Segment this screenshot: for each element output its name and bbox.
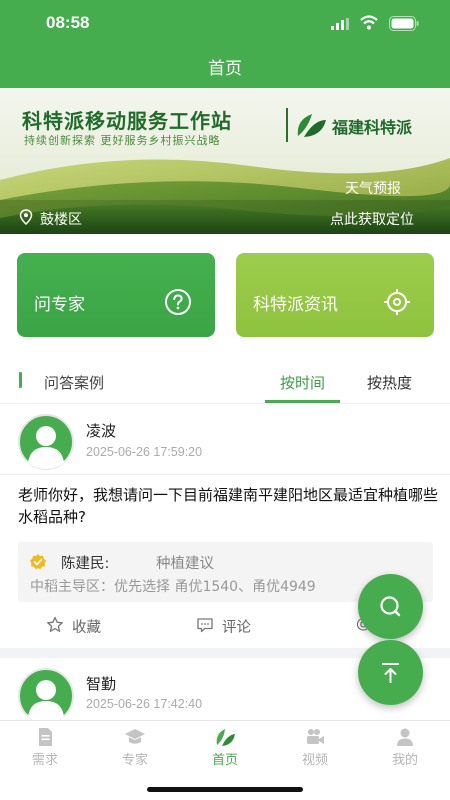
section-marker bbox=[19, 372, 22, 388]
ask-expert-card[interactable]: 问专家 bbox=[17, 253, 215, 341]
target-icon bbox=[384, 289, 410, 315]
post-username: 凌波 bbox=[86, 422, 117, 440]
banner-title: 科特派移动服务工作站 bbox=[22, 109, 232, 133]
card-decoration bbox=[332, 339, 416, 341]
leaf-icon bbox=[216, 729, 235, 746]
back-to-top-fab[interactable] bbox=[358, 640, 423, 705]
tab-home[interactable]: 首页 bbox=[180, 727, 270, 768]
tab-mine[interactable]: 我的 bbox=[360, 727, 450, 768]
banner[interactable]: 科特派移动服务工作站 持续创新探索 更好服务乡村振兴战略 福建科特派 天气预报 … bbox=[0, 88, 450, 234]
avatar[interactable] bbox=[18, 668, 74, 720]
home-indicator bbox=[147, 787, 303, 792]
page-title: 首页 bbox=[208, 59, 242, 79]
wifi-icon bbox=[360, 15, 378, 30]
qa-section-header: 问答案例 按时间 按热度 bbox=[0, 350, 450, 404]
banner-divider bbox=[286, 108, 288, 142]
favorite-label: 收藏 bbox=[72, 620, 101, 636]
weather-link[interactable]: 天气预报 bbox=[345, 178, 401, 198]
post-timestamp: 2025-06-26 17:59:20 bbox=[86, 445, 203, 459]
tab-label: 视频 bbox=[301, 753, 328, 768]
verified-badge-icon bbox=[30, 554, 46, 570]
video-camera-icon bbox=[307, 729, 324, 744]
post-question[interactable]: 老师你好，我想请问一下目前福建南平建阳地区最适宜种植哪些水稻品种? bbox=[18, 484, 438, 528]
tab-experts[interactable]: 专家 bbox=[90, 727, 180, 768]
active-tab-indicator bbox=[265, 400, 340, 403]
tab-label: 首页 bbox=[211, 753, 238, 768]
arrow-up-to-top-icon bbox=[382, 663, 399, 683]
district-label: 鼓楼区 bbox=[40, 212, 82, 228]
status-bar: 08:58 bbox=[0, 0, 450, 48]
search-icon bbox=[380, 596, 401, 617]
status-time: 08:58 bbox=[46, 13, 90, 32]
post-timestamp: 2025-06-26 17:42:40 bbox=[86, 697, 203, 711]
comment-label: 评论 bbox=[222, 620, 251, 636]
section-title: 问答案例 bbox=[44, 374, 105, 392]
kejipai-news-card[interactable]: 科特派资讯 bbox=[236, 253, 434, 341]
signal-icon bbox=[331, 18, 349, 30]
post-username: 智勤 bbox=[86, 675, 117, 693]
tab-by-time[interactable]: 按时间 bbox=[265, 372, 340, 393]
tab-label: 需求 bbox=[31, 753, 58, 768]
avatar[interactable] bbox=[18, 414, 74, 470]
leaf-logo-icon bbox=[297, 114, 326, 137]
question-circle-icon bbox=[165, 289, 191, 315]
user-icon bbox=[397, 728, 413, 746]
card-label: 问专家 bbox=[34, 295, 85, 315]
divider bbox=[0, 474, 450, 475]
tab-video[interactable]: 视频 bbox=[270, 727, 360, 768]
card-decoration bbox=[113, 339, 197, 341]
tab-by-popularity[interactable]: 按热度 bbox=[352, 372, 427, 393]
banner-subtitle: 持续创新探索 更好服务乡村振兴战略 bbox=[24, 134, 221, 147]
battery-icon bbox=[389, 16, 419, 31]
star-icon bbox=[47, 616, 63, 632]
tab-label: 我的 bbox=[391, 753, 418, 768]
banner-brand: 福建科特派 bbox=[332, 118, 413, 137]
document-icon bbox=[39, 728, 52, 746]
card-label: 科特派资讯 bbox=[253, 295, 338, 315]
expert-name: 陈建民: bbox=[61, 556, 110, 572]
reply-category: 种植建议 bbox=[156, 556, 214, 572]
search-fab[interactable] bbox=[358, 574, 423, 639]
comment-icon bbox=[197, 618, 213, 633]
quick-cards: 问专家 科特派资讯 bbox=[0, 234, 450, 350]
get-location-link[interactable]: 点此获取定位 bbox=[330, 209, 414, 229]
tab-demand[interactable]: 需求 bbox=[0, 727, 90, 768]
app-header: 08:58 首页 bbox=[0, 0, 450, 88]
reply-preview: 中稻主导区：优先选择 甬优1540、甬优4949 bbox=[30, 579, 316, 595]
location-pin-icon bbox=[19, 209, 33, 225]
graduation-cap-icon bbox=[125, 729, 145, 744]
tab-label: 专家 bbox=[121, 753, 148, 768]
